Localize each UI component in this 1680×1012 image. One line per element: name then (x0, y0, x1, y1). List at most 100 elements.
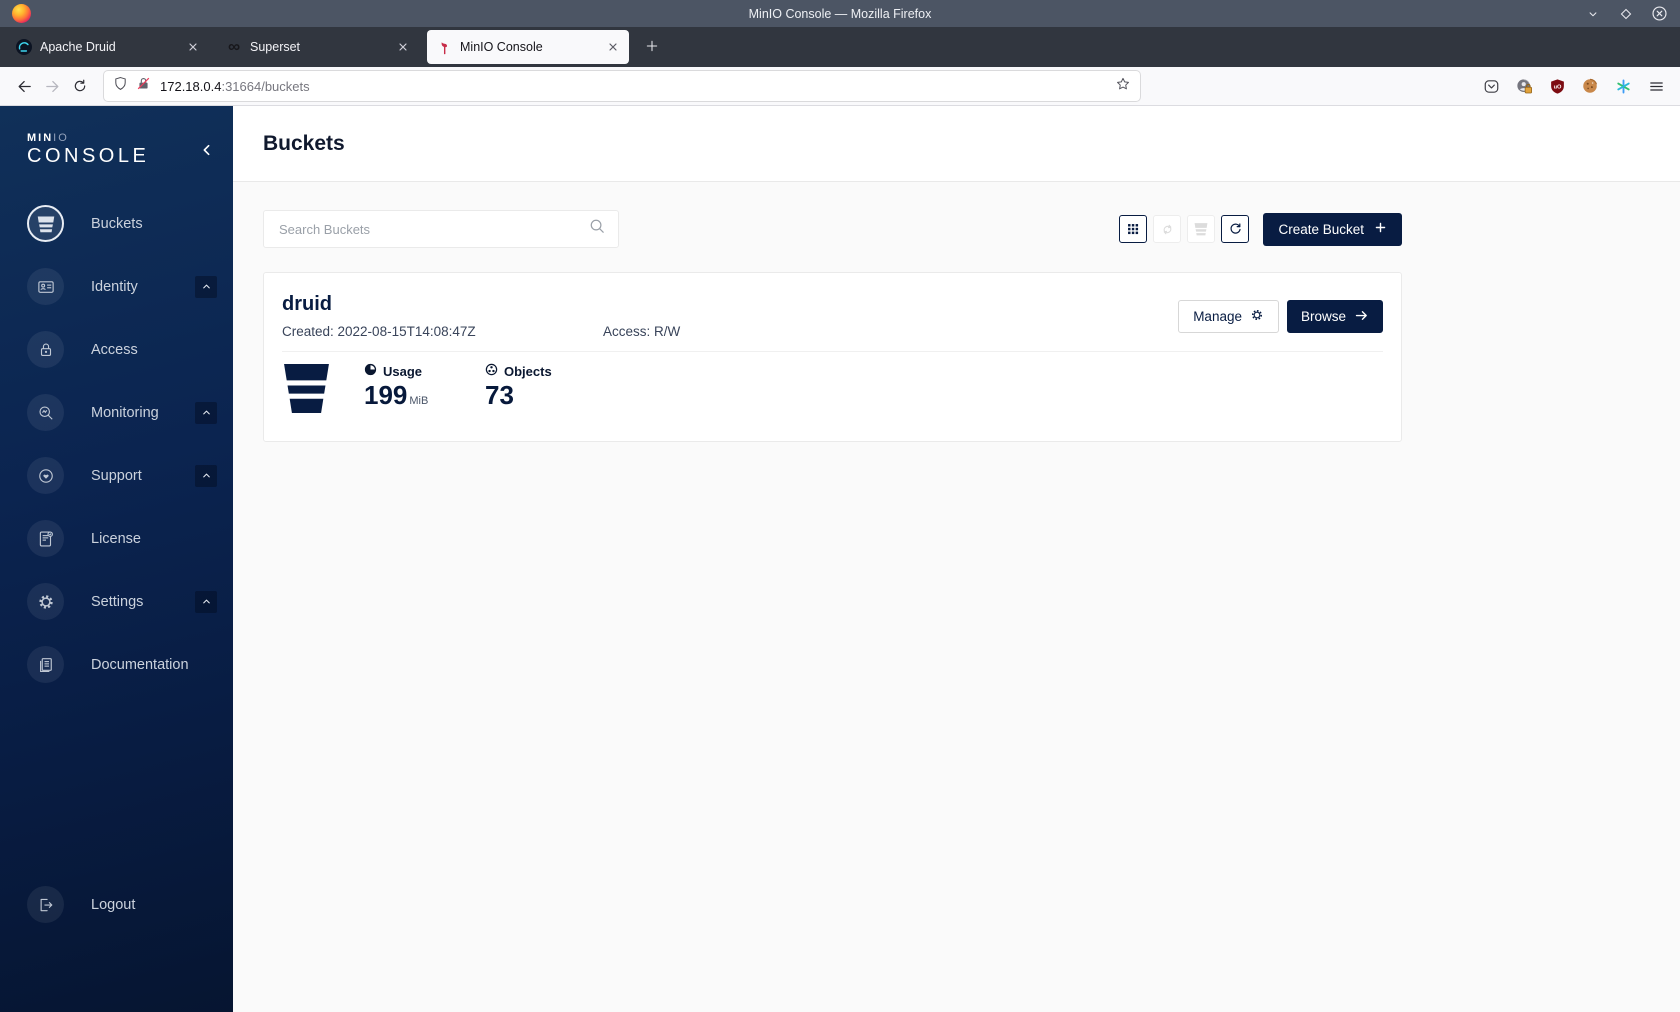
sidebar-item-label: Documentation (91, 656, 189, 673)
window-minimize-button[interactable] (1584, 5, 1602, 23)
content-area: Create Bucket druid Created: 2022-08-15T… (233, 182, 1680, 442)
window-close-button[interactable] (1650, 5, 1668, 23)
pie-chart-icon (364, 363, 377, 379)
asterisk-icon[interactable] (1613, 76, 1633, 96)
chevron-up-icon[interactable] (195, 590, 217, 613)
url-bar[interactable]: 172.18.0.4:31664/buckets (104, 71, 1140, 101)
grid-view-toggle-button[interactable] (1119, 215, 1148, 243)
set-replication-button (1153, 215, 1182, 243)
bucket-icon (282, 363, 331, 419)
bucket-name-link[interactable]: druid (282, 293, 332, 316)
chevron-up-icon[interactable] (195, 275, 217, 298)
sidebar-item-label: Buckets (91, 215, 143, 232)
delete-buckets-button (1187, 215, 1216, 243)
page-title: Buckets (263, 131, 345, 155)
divider (282, 351, 1383, 352)
pocket-icon[interactable] (1481, 76, 1501, 96)
tab-label: MinIO Console (460, 40, 543, 54)
tab-bar: Apache Druid ∞ Superset MinIO Console (0, 27, 1680, 67)
window-maximize-button[interactable] (1617, 5, 1635, 23)
chevron-up-icon[interactable] (195, 464, 217, 487)
url-path: :31664/buckets (221, 78, 310, 94)
tab-close-icon[interactable] (393, 37, 413, 57)
sidebar-item-label: Settings (91, 593, 144, 610)
bucket-icon (27, 205, 64, 242)
sidebar-item-access[interactable]: Access (0, 318, 233, 381)
logout-icon (27, 886, 64, 923)
minio-console-logo: MINIO CONSOLE (0, 106, 233, 168)
lock-icon (27, 331, 64, 368)
bucket-created-label: Created: 2022-08-15T14:08:47Z (282, 324, 476, 339)
bookmark-star-icon[interactable] (1115, 76, 1131, 97)
back-button[interactable] (10, 72, 38, 100)
create-bucket-label: Create Bucket (1278, 221, 1364, 237)
page-header: Buckets (233, 106, 1680, 182)
window-title: MinIO Console — Mozilla Firefox (748, 6, 932, 21)
sidebar: MINIO CONSOLE Buckets Identity Access Mo… (0, 106, 233, 1012)
tab-label: Apache Druid (40, 40, 116, 54)
tab-label: Superset (250, 40, 301, 54)
create-bucket-button[interactable]: Create Bucket (1263, 212, 1402, 246)
sidebar-collapse-icon[interactable] (197, 140, 217, 160)
objects-icon (485, 363, 498, 379)
sidebar-nav: Buckets Identity Access Monitoring Suppo… (0, 192, 233, 696)
window-titlebar: MinIO Console — Mozilla Firefox (0, 0, 1680, 27)
book-icon (27, 646, 64, 683)
url-text[interactable]: 172.18.0.4:31664/buckets (160, 79, 1115, 94)
usage-unit: MiB (409, 395, 429, 407)
tab-apache-druid[interactable]: Apache Druid (7, 30, 209, 64)
lock-disabled-icon[interactable] (136, 76, 151, 96)
account-lock-icon[interactable] (1514, 76, 1534, 96)
sidebar-item-identity[interactable]: Identity (0, 255, 233, 318)
browser-toolbar: 172.18.0.4:31664/buckets uO (0, 67, 1680, 106)
sidebar-item-logout[interactable]: Logout (0, 873, 233, 936)
gear-icon (27, 583, 64, 620)
ublock-icon[interactable]: uO (1547, 76, 1567, 96)
sidebar-item-support[interactable]: Support (0, 444, 233, 507)
cookie-icon[interactable] (1580, 76, 1600, 96)
tab-close-icon[interactable] (603, 37, 623, 57)
objects-metric: Objects 73 (485, 363, 573, 410)
menu-icon[interactable] (1646, 76, 1666, 96)
svg-text:uO: uO (1553, 84, 1561, 90)
tab-minio-console[interactable]: MinIO Console (427, 30, 629, 64)
search-buckets-input[interactable] (279, 221, 589, 237)
usage-value: 199 (364, 380, 408, 410)
forward-button[interactable] (38, 72, 66, 100)
search-icon (589, 218, 606, 240)
logo-console-text: CONSOLE (27, 145, 150, 167)
url-host: 172.18.0.4 (160, 78, 222, 94)
sidebar-item-monitoring[interactable]: Monitoring (0, 381, 233, 444)
sidebar-item-label: Access (91, 341, 138, 358)
reload-button[interactable] (66, 72, 94, 100)
sidebar-item-buckets[interactable]: Buckets (0, 192, 233, 255)
usage-label: Usage (383, 363, 423, 379)
chevron-up-icon[interactable] (195, 401, 217, 424)
logo-minio-light: IO (53, 132, 69, 144)
sidebar-item-settings[interactable]: Settings (0, 570, 233, 633)
sidebar-item-documentation[interactable]: Documentation (0, 633, 233, 696)
sidebar-item-label: License (91, 530, 141, 547)
minio-flamingo-icon (436, 39, 452, 55)
gear-icon (1250, 308, 1264, 325)
tab-superset[interactable]: ∞ Superset (217, 30, 419, 64)
manage-label: Manage (1193, 309, 1242, 324)
refresh-buckets-button[interactable] (1221, 215, 1250, 243)
logo-minio-bold: MIN (27, 132, 54, 144)
shield-icon[interactable] (113, 76, 128, 96)
identity-card-icon (27, 268, 64, 305)
new-tab-button[interactable] (637, 31, 667, 61)
objects-value: 73 (485, 380, 514, 410)
druid-icon (16, 39, 32, 55)
browse-bucket-button[interactable]: Browse (1286, 300, 1383, 333)
sidebar-item-label: Monitoring (91, 404, 159, 421)
sidebar-item-label: Support (91, 467, 142, 484)
tab-close-icon[interactable] (183, 37, 203, 57)
browse-label: Browse (1300, 309, 1346, 324)
manage-bucket-button[interactable]: Manage (1178, 300, 1279, 333)
objects-label: Objects (504, 363, 552, 379)
main-area: Buckets Search Buckets Create Bucket dru… (233, 106, 1680, 1012)
sidebar-item-license[interactable]: License (0, 507, 233, 570)
arrow-right-icon (1354, 308, 1369, 326)
sidebar-item-label: Identity (91, 278, 138, 295)
